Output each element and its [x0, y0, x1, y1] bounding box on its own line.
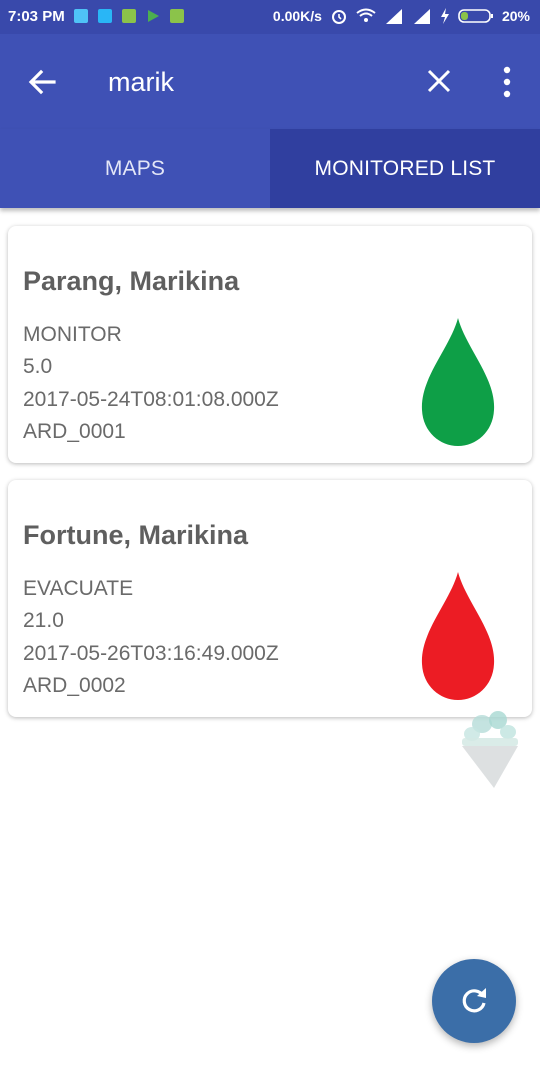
- card-value: 21.0: [23, 609, 64, 632]
- refresh-icon: [462, 988, 486, 1013]
- card-value: 5.0: [23, 355, 53, 378]
- alarm-icon: [330, 7, 348, 25]
- water-drop-icon: [421, 572, 495, 700]
- card-title: Fortune, Marikina: [23, 520, 249, 550]
- monitor-card[interactable]: Fortune, Marikina EVACUATE 21.0 2017-05-…: [8, 480, 532, 717]
- arrow-back-icon: [28, 69, 56, 95]
- water-drop-icon: [421, 318, 495, 446]
- overflow-menu-button[interactable]: [496, 64, 518, 100]
- signal-icon-2: [412, 8, 432, 24]
- status-time: 7:03 PM: [8, 8, 65, 25]
- signal-icon: [384, 8, 404, 24]
- search-input[interactable]: marik: [108, 67, 174, 98]
- charging-icon: [440, 8, 450, 24]
- refresh-button[interactable]: [432, 959, 516, 1043]
- network-speed: 0.00K/s: [272, 8, 322, 24]
- monitor-card[interactable]: Parang, Marikina MONITOR 5.0 2017-05-24T…: [8, 226, 532, 463]
- card-timestamp: 2017-05-24T08:01:08.000Z: [23, 388, 279, 411]
- card-device-id: ARD_0002: [23, 674, 126, 697]
- card-status: EVACUATE: [23, 577, 134, 600]
- usb-icon: [74, 9, 88, 23]
- file-icon: [98, 9, 112, 23]
- status-bar: 7:03 PM 0.00K/s 20%: [0, 0, 540, 34]
- app-bar: marik: [0, 34, 540, 129]
- clear-search-button[interactable]: [424, 66, 454, 96]
- card-timestamp: 2017-05-26T03:16:49.000Z: [23, 642, 279, 665]
- card-device-id: ARD_0001: [23, 420, 126, 443]
- tab-bar: MAPS MONITORED LIST: [0, 129, 540, 208]
- notification-icons: [74, 9, 184, 28]
- android-icon: [122, 9, 136, 23]
- card-status: MONITOR: [23, 323, 122, 346]
- back-button[interactable]: [24, 64, 60, 100]
- tab-monitored-list[interactable]: MONITORED LIST: [270, 129, 540, 208]
- battery-percent: 20%: [501, 8, 530, 24]
- battery-icon: [458, 8, 494, 24]
- card-title: Parang, Marikina: [23, 266, 240, 296]
- wifi-icon: [356, 8, 376, 24]
- android-icon: [170, 9, 184, 23]
- close-icon: [427, 69, 451, 93]
- floating-island-icon: [462, 711, 518, 788]
- status-right: 0.00K/s 20%: [273, 7, 530, 25]
- play-store-icon: [146, 9, 160, 28]
- tab-maps[interactable]: MAPS: [0, 129, 270, 208]
- more-vert-icon: [503, 66, 511, 98]
